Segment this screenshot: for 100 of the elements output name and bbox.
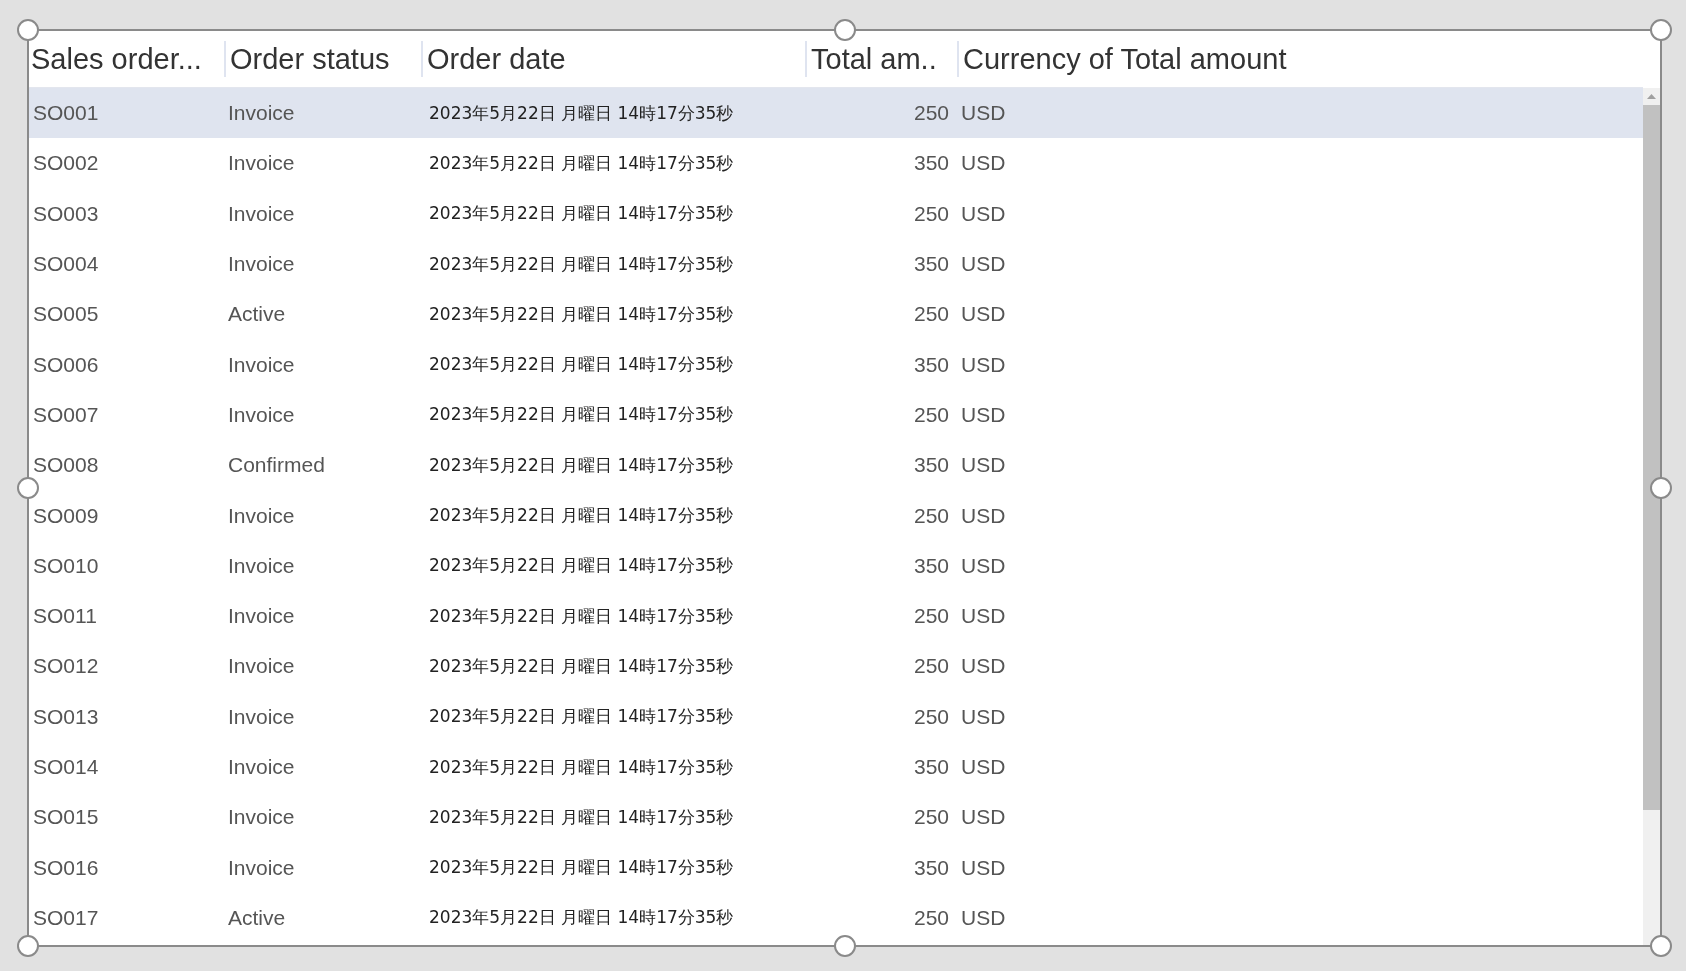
resize-handle[interactable] [833, 935, 856, 957]
table-cell-text: 2023年5月22日 月曜日 14時17分35秒 [428, 654, 734, 678]
table-cell-text: 250 [912, 905, 950, 930]
table-cell-text: Invoice [227, 402, 295, 427]
table-cell-text: SO003 [32, 201, 99, 226]
table-row[interactable]: SO017 Active 2023年5月22日 月曜日 14時17分35秒 250 USD [29, 892, 1643, 944]
table-row[interactable]: SO001 Invoice 2023年5月22日 月曜日 14時17分35秒 250 USD [29, 88, 1643, 139]
table-cell-text: 350 [912, 553, 950, 578]
table-cell-text: USD [960, 402, 1006, 427]
table-row[interactable]: SO005 Active 2023年5月22日 月曜日 14時17分35秒 250 USD [29, 289, 1643, 340]
table-cell-text: 2023年5月22日 月曜日 14時17分35秒 [428, 554, 734, 578]
table-row[interactable]: SO010 Invoice 2023年5月22日 月曜日 14時17分35秒 350 USD [29, 540, 1643, 591]
table-cell-text: Invoice [227, 503, 295, 528]
table-row[interactable]: SO002 Invoice 2023年5月22日 月曜日 14時17分35秒 350 USD [29, 138, 1643, 189]
table-cell-text: Invoice [227, 604, 295, 629]
table-cell-text: SO012 [32, 654, 99, 679]
table-cell-text: SO017 [32, 905, 99, 930]
table-cell-text: Invoice [227, 654, 295, 679]
table-cell-text: USD [960, 503, 1006, 528]
resize-handle[interactable] [1650, 477, 1672, 499]
table-cell-text: 250 [912, 302, 950, 327]
table-cell-text: 2023年5月22日 月曜日 14時17分35秒 [428, 151, 734, 175]
table-cell-text: USD [960, 553, 1006, 578]
table-cell-text: 2023年5月22日 月曜日 14時17分35秒 [428, 856, 734, 880]
table-cell-text: Active [227, 302, 286, 327]
column-header[interactable]: Order status [224, 41, 421, 77]
table-cell-text: 250 [912, 503, 950, 528]
table-cell-text: 2023年5月22日 月曜日 14時17分35秒 [428, 705, 734, 729]
table-cell-text: 2023年5月22日 月曜日 14時17分35秒 [428, 906, 734, 930]
table-cell-text: Invoice [227, 151, 295, 176]
resize-handle[interactable] [17, 935, 39, 957]
table-cell-text: Invoice [227, 252, 295, 277]
table-cell-text: 2023年5月22日 月曜日 14時17分35秒 [428, 504, 734, 527]
table-cell-text: 2023年5月22日 月曜日 14時17分35秒 [428, 755, 734, 779]
table-cell-text: 2023年5月22日 月曜日 14時17分35秒 [428, 202, 734, 226]
column-header[interactable]: Sales order... [29, 41, 224, 77]
table-row[interactable]: SO016 Invoice 2023年5月22日 月曜日 14時17分35秒 350 USD [29, 842, 1643, 893]
table-cell-text: USD [960, 453, 1006, 478]
table-cell-text: Invoice [227, 101, 295, 126]
table-cell-text: 2023年5月22日 月曜日 14時17分35秒 [428, 805, 734, 829]
table-cell-text: USD [960, 151, 1006, 176]
table-row[interactable]: SO007 Invoice 2023年5月22日 月曜日 14時17分35秒 250 USD [29, 389, 1643, 441]
table-cell-text: SO009 [32, 503, 99, 528]
table-cell-text: USD [960, 101, 1006, 126]
table-cell-text: USD [960, 654, 1006, 679]
table-row[interactable]: SO008 Confirmed 2023年5月22日 月曜日 14時17分35秒 350 USD [29, 440, 1643, 491]
resize-handle[interactable] [17, 19, 39, 41]
table-cell-text: USD [960, 302, 1006, 327]
table-cell-text: SO015 [32, 805, 99, 830]
table-row[interactable]: SO012 Invoice 2023年5月22日 月曜日 14時17分35秒 250 USD [29, 641, 1643, 692]
table-row[interactable]: SO006 Invoice 2023年5月22日 月曜日 14時17分35秒 350 USD [29, 339, 1643, 390]
column-header[interactable]: Currency of Total amount [957, 41, 1643, 77]
table-cell-text: 2023年5月22日 月曜日 14時17分35秒 [428, 403, 734, 427]
table-cell-text: SO016 [32, 855, 99, 880]
table-cell-text: SO011 [32, 604, 97, 629]
table-cell-text: SO001 [32, 101, 99, 126]
table-cell-text: USD [960, 604, 1006, 629]
table-cell-text: SO002 [32, 151, 99, 176]
resize-handle[interactable] [1650, 935, 1672, 957]
scroll-up-icon[interactable] [1647, 94, 1656, 99]
table-row[interactable]: SO014 Invoice 2023年5月22日 月曜日 14時17分35秒 350 USD [29, 741, 1643, 793]
table-cell-text: USD [960, 252, 1006, 277]
table-cell-text: 350 [912, 252, 950, 277]
table-row[interactable]: SO004 Invoice 2023年5月22日 月曜日 14時17分35秒 350 USD [29, 238, 1643, 290]
table-cell-text: SO005 [32, 302, 99, 327]
table-cell-text: SO008 [32, 453, 99, 478]
resize-handle[interactable] [17, 477, 39, 499]
table-cell-text: USD [960, 352, 1006, 377]
table-cell-text: USD [960, 855, 1006, 880]
table-cell-text: Invoice [227, 704, 295, 729]
table-row[interactable]: SO011 Invoice 2023年5月22日 月曜日 14時17分35秒 250 USD [29, 590, 1643, 642]
table-cell-text: SO006 [32, 352, 99, 377]
resize-handle[interactable] [833, 19, 856, 41]
table-cell-text: 250 [912, 201, 950, 226]
table-cell-text: Invoice [227, 553, 295, 578]
table-row[interactable]: SO003 Invoice 2023年5月22日 月曜日 14時17分35秒 250 USD [29, 188, 1643, 239]
table-cell-text: Active [227, 905, 286, 930]
table-cell-text: 250 [912, 704, 950, 729]
table-cell-text: 350 [912, 855, 950, 880]
column-header[interactable]: Total am.. [805, 41, 957, 77]
table-cell-text: SO014 [32, 755, 99, 779]
table-cell-text: 350 [912, 352, 950, 377]
table-cell-text: 2023年5月22日 月曜日 14時17分35秒 [428, 252, 734, 276]
table-cell-text: 350 [912, 453, 950, 478]
table-cell-text: USD [960, 704, 1006, 729]
table-cell-text: 350 [912, 151, 950, 176]
table-cell-text: 250 [912, 654, 950, 679]
table-cell-text: USD [960, 805, 1006, 830]
column-header[interactable]: Order date [421, 41, 805, 77]
table-cell-text: 250 [912, 402, 950, 427]
table-row[interactable]: SO015 Invoice 2023年5月22日 月曜日 14時17分35秒 250 USD [29, 792, 1643, 843]
table-cell-text: USD [960, 201, 1006, 226]
table-cell-text: USD [960, 755, 1006, 779]
table-cell-text: 2023年5月22日 月曜日 14時17分35秒 [428, 101, 734, 125]
resize-handle[interactable] [1650, 19, 1672, 41]
table-row[interactable]: SO013 Invoice 2023年5月22日 月曜日 14時17分35秒 250 USD [29, 691, 1643, 742]
table-cell-text: 250 [912, 604, 950, 629]
table-row[interactable]: SO009 Invoice 2023年5月22日 月曜日 14時17分35秒 250 USD [29, 490, 1643, 541]
table-cell-text: 2023年5月22日 月曜日 14時17分35秒 [428, 302, 734, 326]
table-cell-text: SO010 [32, 553, 99, 578]
